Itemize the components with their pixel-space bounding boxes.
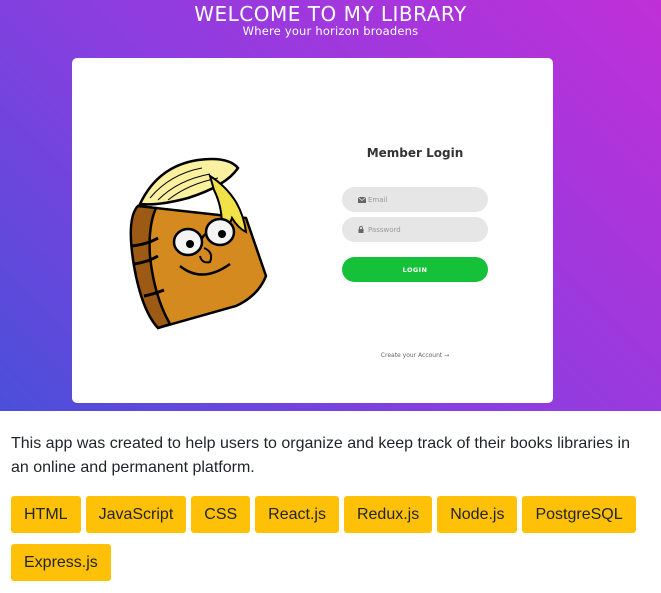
email-input[interactable] — [368, 195, 468, 204]
hero-section: WELCOME TO MY LIBRARY Where your horizon… — [0, 0, 661, 411]
envelope-icon — [342, 196, 368, 203]
tag-nodejs[interactable]: Node.js — [437, 496, 518, 533]
password-input[interactable] — [368, 225, 468, 234]
password-field-wrapper — [342, 217, 488, 242]
tag-postgresql[interactable]: PostgreSQL — [522, 496, 636, 533]
tag-reactjs[interactable]: React.js — [255, 496, 339, 533]
tag-reduxjs[interactable]: Redux.js — [343, 496, 433, 533]
hero-title: WELCOME TO MY LIBRARY — [194, 2, 467, 26]
tag-css[interactable]: CSS — [191, 496, 251, 533]
tag-expressjs[interactable]: Express.js — [11, 544, 111, 581]
create-account-link[interactable]: Create your Account → — [364, 352, 466, 359]
hero-subtitle: Where your horizon broadens — [242, 24, 419, 38]
email-field-wrapper — [342, 187, 488, 212]
lock-icon — [342, 226, 368, 233]
technology-tags: HTML JavaScript CSS React.js Redux.js No… — [11, 496, 651, 592]
login-button[interactable]: LOGIN — [342, 257, 488, 282]
tag-javascript[interactable]: JavaScript — [85, 496, 187, 533]
book-mascot — [129, 157, 268, 330]
app-description: This app was created to help users to or… — [11, 435, 630, 476]
login-title: Member Login — [366, 146, 464, 160]
login-card: Member Login LOGIN Create your Account → — [72, 58, 553, 403]
tag-html[interactable]: HTML — [11, 496, 81, 533]
